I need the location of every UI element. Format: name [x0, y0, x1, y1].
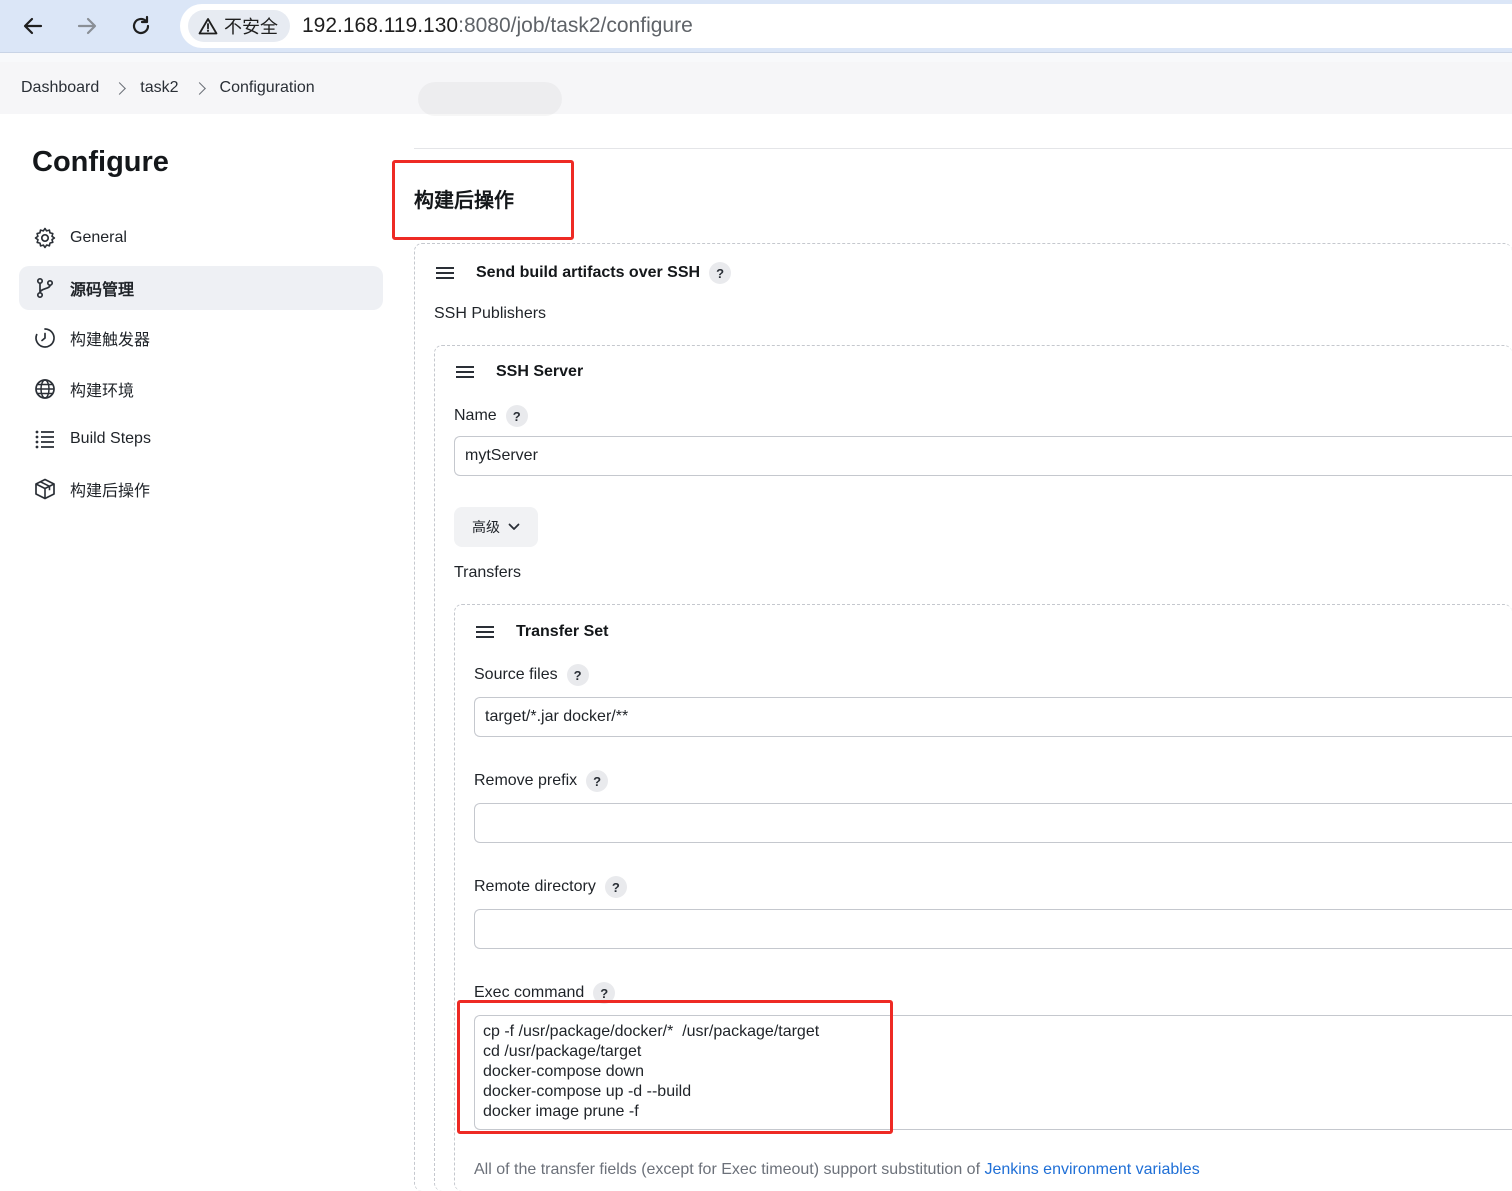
- exec-command-line: cp -f /usr/package/docker/* /usr/package…: [483, 1023, 820, 1040]
- ssh-server-title: SSH Server: [496, 363, 584, 380]
- transfer-set-title: Transfer Set: [516, 623, 609, 640]
- exec-command-label-text: Exec command: [474, 984, 585, 1001]
- sidebar-item-label: 源码管理: [70, 282, 135, 299]
- exec-command-line: docker-compose down: [483, 1063, 644, 1080]
- sidebar-title: Configure: [32, 146, 169, 178]
- help-icon[interactable]: ?: [586, 770, 609, 792]
- ssh-server-header: SSH Server: [456, 363, 583, 381]
- ssh-publishers-label: SSH Publishers: [434, 305, 547, 322]
- chevron-right-icon: [113, 81, 127, 95]
- exec-command-field[interactable]: cp -f /usr/package/docker/* /usr/package…: [474, 1015, 1512, 1130]
- globe-icon: [33, 377, 57, 401]
- exec-command-label: Exec command ?: [474, 982, 616, 1004]
- browser-toolbar: 不安全 192.168.119.130:8080/job/task2/confi…: [0, 0, 1512, 52]
- exec-command-line: docker-compose up -d --build: [483, 1083, 692, 1100]
- sidebar-item-scm[interactable]: 源码管理: [19, 266, 383, 310]
- sidebar-item-label: 构建触发器: [70, 332, 151, 349]
- remove-prefix-field[interactable]: [474, 803, 1512, 843]
- transfer-set-header: Transfer Set: [476, 623, 608, 641]
- reload-button[interactable]: [123, 8, 159, 44]
- section-divider: [414, 148, 1512, 149]
- faded-tab-pill: [418, 82, 562, 116]
- substitution-note: All of the transfer fields (except for E…: [474, 1161, 1200, 1179]
- sidebar-item-post-build[interactable]: 构建后操作: [19, 467, 383, 511]
- remote-directory-label-text: Remote directory: [474, 878, 596, 895]
- exec-command-line: docker image prune -f: [483, 1103, 639, 1120]
- drag-handle-icon[interactable]: [436, 264, 454, 282]
- forward-button[interactable]: [69, 8, 105, 44]
- chevron-right-icon: [192, 81, 206, 95]
- exec-command-line: cd /usr/package/target: [483, 1043, 642, 1060]
- reload-icon: [132, 15, 150, 35]
- url-text[interactable]: 192.168.119.130:8080/job/task2/configure: [302, 14, 693, 38]
- help-icon[interactable]: ?: [505, 405, 528, 427]
- sidebar-item-label: 构建后操作: [70, 483, 151, 500]
- package-icon: [33, 477, 57, 501]
- breadcrumb-dashboard[interactable]: Dashboard: [21, 79, 99, 97]
- name-label-text: Name: [454, 407, 497, 424]
- chevron-down-icon: [508, 523, 520, 530]
- drag-handle-icon[interactable]: [476, 623, 494, 641]
- remote-directory-label: Remote directory ?: [474, 876, 627, 898]
- help-icon[interactable]: ?: [604, 876, 627, 898]
- breadcrumb-configuration[interactable]: Configuration: [220, 79, 315, 97]
- source-files-field[interactable]: target/*.jar docker/**: [474, 697, 1512, 737]
- list-icon: [33, 427, 57, 451]
- publisher-title: Send build artifacts over SSH: [476, 264, 701, 281]
- sidebar-item-label: 构建环境: [70, 383, 135, 400]
- gear-icon: [33, 226, 57, 250]
- advanced-label: 高级: [472, 519, 500, 535]
- jenkins-env-vars-link[interactable]: Jenkins environment variables: [984, 1161, 1199, 1178]
- address-bar[interactable]: 不安全 192.168.119.130:8080/job/task2/confi…: [180, 4, 1512, 48]
- remove-prefix-label: Remove prefix ?: [474, 770, 609, 792]
- sidebar-item-build-environment[interactable]: 构建环境: [19, 367, 383, 411]
- sidebar-item-label: Build Steps: [70, 430, 151, 447]
- source-files-label: Source files ?: [474, 664, 589, 686]
- advanced-button[interactable]: 高级: [454, 507, 538, 547]
- branch-icon: [33, 276, 57, 300]
- help-icon[interactable]: ?: [566, 664, 589, 686]
- remote-directory-field[interactable]: [474, 909, 1512, 949]
- back-button[interactable]: [15, 8, 51, 44]
- section-title: 构建后操作: [414, 190, 514, 212]
- sidebar-item-label: General: [70, 229, 127, 246]
- breadcrumb-bar: Dashboard task2 Configuration: [0, 62, 1512, 114]
- url-host: 192.168.119.130: [302, 14, 459, 37]
- help-icon[interactable]: ?: [593, 982, 616, 1004]
- url-path: :8080/job/task2/configure: [458, 14, 693, 37]
- sidebar-item-build-steps[interactable]: Build Steps: [19, 417, 383, 461]
- transfers-label: Transfers: [454, 564, 521, 581]
- name-field[interactable]: mytServer: [454, 436, 1512, 476]
- security-chip[interactable]: 不安全: [188, 10, 290, 42]
- sidebar-item-build-triggers[interactable]: 构建触发器: [19, 316, 383, 360]
- breadcrumb: Dashboard task2 Configuration: [21, 79, 315, 97]
- help-icon[interactable]: ?: [709, 262, 732, 284]
- toolbar-divider: [0, 52, 1512, 62]
- name-label: Name ?: [454, 405, 528, 427]
- arrow-left-icon: [23, 17, 43, 35]
- substitution-note-text: All of the transfer fields (except for E…: [474, 1161, 985, 1178]
- security-label: 不安全: [224, 17, 278, 37]
- remove-prefix-label-text: Remove prefix: [474, 772, 578, 789]
- source-files-label-text: Source files: [474, 666, 558, 683]
- warning-icon: [198, 18, 218, 35]
- arrow-right-icon: [77, 17, 97, 35]
- breadcrumb-task2[interactable]: task2: [140, 79, 178, 97]
- publisher-header: Send build artifacts over SSH ?: [436, 262, 732, 284]
- clock-icon: [33, 326, 57, 350]
- drag-handle-icon[interactable]: [456, 363, 474, 381]
- sidebar-item-general[interactable]: General: [19, 216, 383, 260]
